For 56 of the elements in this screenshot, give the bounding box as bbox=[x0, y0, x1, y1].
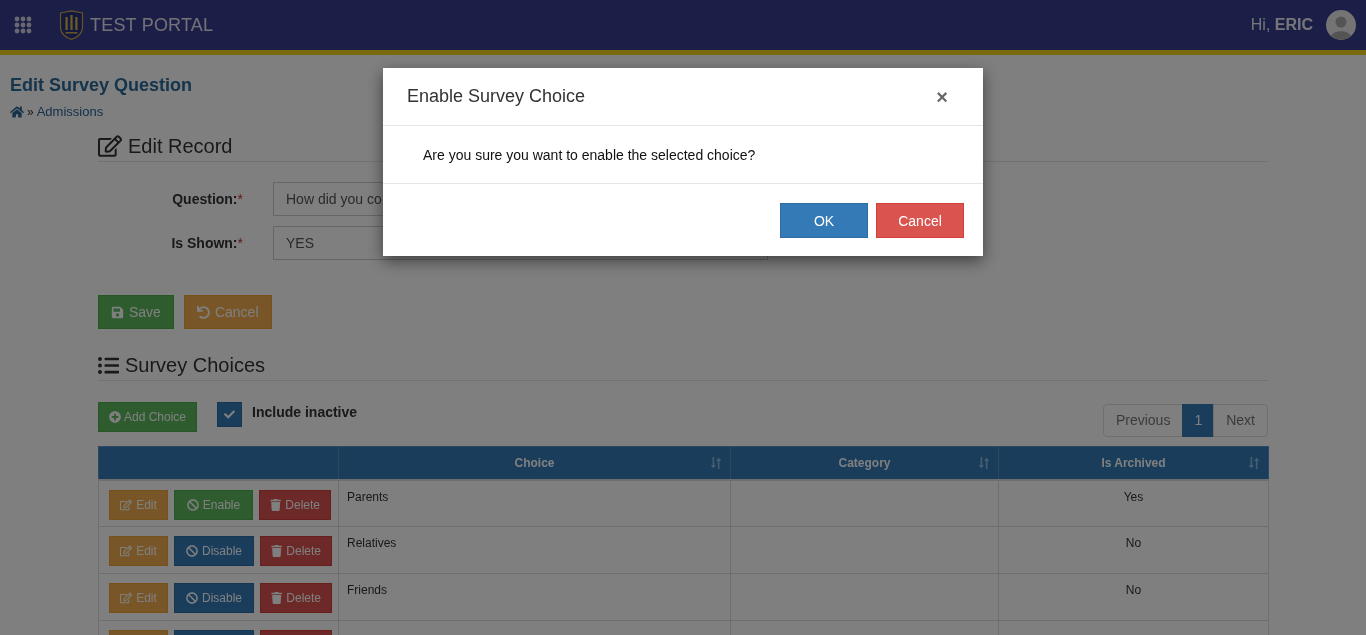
add-choice-button[interactable]: Add Choice bbox=[98, 402, 198, 432]
column-header[interactable]: Category bbox=[730, 446, 999, 480]
field-label: Question:* bbox=[171, 191, 243, 207]
user-avatar-icon[interactable] bbox=[1326, 10, 1356, 40]
breadcrumb-link[interactable]: Admissions bbox=[36, 104, 104, 120]
menu-icon[interactable] bbox=[14, 16, 32, 34]
table-cell: Relatives bbox=[338, 526, 731, 574]
previous-page-link[interactable]: Previous bbox=[1102, 404, 1184, 437]
edit-button[interactable]: Edit bbox=[109, 536, 168, 566]
check-icon bbox=[224, 409, 236, 420]
page-number-link[interactable]: 1 bbox=[1182, 404, 1215, 437]
checkbox-label: Include inactive bbox=[252, 403, 358, 422]
breadcrumb-separator: » bbox=[27, 104, 34, 120]
disable-button[interactable]: Disable bbox=[174, 536, 254, 566]
sort-icon bbox=[978, 456, 990, 469]
list-icon bbox=[98, 354, 119, 376]
trash-icon bbox=[271, 545, 283, 557]
column-header[interactable]: Is Archived bbox=[998, 446, 1269, 480]
field-label: Is Shown:* bbox=[170, 235, 243, 251]
shield-logo-icon[interactable] bbox=[59, 10, 84, 40]
edit-button[interactable]: Edit bbox=[109, 489, 168, 520]
home-icon[interactable] bbox=[10, 105, 24, 119]
save-button[interactable]: Save bbox=[98, 295, 174, 329]
table-cell: Parents bbox=[338, 479, 731, 527]
delete-button[interactable]: Delete bbox=[259, 489, 331, 520]
delete-button[interactable]: Delete bbox=[260, 583, 332, 613]
page-title: Edit Survey Question bbox=[10, 74, 193, 96]
section-heading: Edit Record bbox=[128, 134, 233, 159]
enable-button[interactable]: Enable bbox=[174, 489, 253, 520]
edit-button[interactable]: Edit bbox=[109, 583, 168, 613]
section-heading: Survey Choices bbox=[125, 353, 266, 378]
sort-icon bbox=[1248, 456, 1260, 469]
ban-icon bbox=[186, 545, 198, 557]
checkbox[interactable] bbox=[217, 402, 243, 427]
trash-icon bbox=[270, 498, 282, 511]
table-cell: Friends bbox=[338, 573, 731, 621]
app-title: TEST PORTAL bbox=[90, 14, 214, 36]
column-header[interactable]: Choice bbox=[338, 446, 731, 480]
dialog-message: Are you sure you want to enable the selected choice? bbox=[423, 146, 756, 163]
next-page-link[interactable]: Next bbox=[1213, 404, 1268, 437]
dialog-title: Enable Survey Choice bbox=[407, 86, 586, 107]
cancel-button[interactable]: Cancel bbox=[183, 295, 272, 329]
disable-button[interactable]: Disable bbox=[174, 583, 254, 613]
ban-icon bbox=[186, 592, 198, 604]
greeting-text: Hi, ERIC bbox=[1250, 16, 1313, 34]
table-cell: Yes bbox=[998, 479, 1269, 527]
ok-button[interactable]: OK bbox=[780, 203, 868, 238]
delete-button[interactable]: Delete bbox=[260, 536, 332, 566]
trash-icon bbox=[271, 592, 283, 604]
cancel-button[interactable]: Cancel bbox=[876, 203, 964, 238]
ban-icon bbox=[186, 498, 199, 511]
close-button[interactable]: × bbox=[936, 86, 948, 107]
undo-icon bbox=[196, 305, 210, 319]
table-cell: No bbox=[998, 573, 1269, 621]
table-cell: No bbox=[998, 526, 1269, 574]
sort-icon bbox=[710, 456, 722, 469]
